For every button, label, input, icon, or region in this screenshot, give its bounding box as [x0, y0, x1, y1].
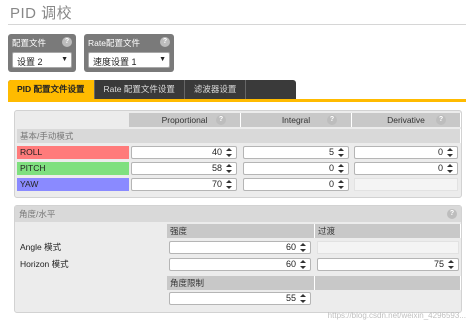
help-icon[interactable]: ? — [436, 115, 446, 125]
help-icon[interactable]: ? — [160, 37, 170, 47]
level-panel: 角度/水平 ? 强度 过渡 Angle 模式 60 Horizon 模式 60 … — [14, 205, 462, 313]
tab-pid-profile[interactable]: PID 配置文件设置 — [8, 80, 95, 99]
strength-header: 强度 — [167, 224, 315, 238]
spinner-icon[interactable] — [226, 179, 234, 190]
angle-transition-empty — [317, 241, 459, 254]
pitch-i-input[interactable]: 0 — [243, 162, 349, 175]
roll-d-input[interactable]: 0 — [354, 146, 458, 159]
pitch-p-input[interactable]: 58 — [131, 162, 237, 175]
proportional-header: Proportional ? — [129, 113, 241, 127]
horizon-strength-input[interactable]: 60 — [169, 258, 311, 271]
derivative-header: Derivative ? — [352, 113, 461, 127]
roll-p-value: 40 — [211, 147, 222, 157]
profile-selector-box: 配置文件 ? 设置 2 ▼ — [8, 34, 76, 72]
horizon-strength-value: 60 — [285, 259, 296, 269]
horizon-transition-value: 75 — [433, 259, 444, 269]
rate-profile-selector-box: Rate配置文件 ? 速度设置 1 ▼ — [84, 34, 174, 72]
pitch-d-input[interactable]: 0 — [354, 162, 458, 175]
pitch-p-value: 58 — [211, 163, 222, 173]
derivative-header-label: Derivative — [387, 115, 425, 125]
spinner-icon[interactable] — [226, 147, 234, 158]
horizon-transition-input[interactable]: 75 — [317, 258, 459, 271]
spinner-icon[interactable] — [338, 179, 346, 190]
tab-rate-profile[interactable]: Rate 配置文件设置 — [95, 80, 185, 99]
rate-profile-label: Rate配置文件 — [88, 38, 140, 48]
pitch-i-value: 0 — [328, 163, 334, 173]
spinner-icon[interactable] — [447, 147, 455, 158]
help-icon[interactable]: ? — [447, 209, 457, 219]
rate-profile-select-value: 速度设置 1 — [93, 57, 137, 67]
horizon-mode-label: Horizon 模式 — [20, 259, 69, 269]
basic-mode-section: 基本/手动模式 — [17, 129, 461, 143]
tab-underline — [8, 99, 466, 102]
integral-header-label: Integral — [281, 115, 311, 125]
spinner-icon[interactable] — [300, 259, 308, 270]
angle-limit-value: 55 — [285, 293, 296, 303]
yaw-d-empty — [354, 178, 458, 191]
angle-strength-input[interactable]: 60 — [169, 241, 311, 254]
profile-select[interactable]: 设置 2 ▼ — [12, 52, 72, 68]
help-icon[interactable]: ? — [327, 115, 337, 125]
help-icon[interactable]: ? — [216, 115, 226, 125]
roll-i-input[interactable]: 5 — [243, 146, 349, 159]
spinner-icon[interactable] — [338, 147, 346, 158]
angle-strength-value: 60 — [285, 242, 296, 252]
chevron-down-icon: ▼ — [159, 56, 166, 63]
proportional-header-label: Proportional — [161, 115, 208, 125]
tab-bar: PID 配置文件设置 Rate 配置文件设置 滤波器设置 — [8, 80, 296, 99]
help-icon[interactable]: ? — [62, 37, 72, 47]
yaw-label: YAW — [17, 178, 129, 191]
spinner-icon[interactable] — [448, 259, 456, 270]
roll-label: ROLL — [17, 146, 129, 159]
tab-filter-settings[interactable]: 滤波器设置 — [185, 80, 247, 99]
title-divider — [8, 24, 466, 25]
spinner-icon[interactable] — [338, 163, 346, 174]
yaw-p-value: 70 — [211, 179, 222, 189]
pid-panel: Proportional ? Integral ? Derivative ? 基… — [14, 110, 462, 198]
angle-limit-input[interactable]: 55 — [169, 292, 311, 305]
profile-label: 配置文件 — [12, 38, 47, 48]
rate-profile-select[interactable]: 速度设置 1 ▼ — [88, 52, 170, 68]
pitch-label: PITCH — [17, 162, 129, 175]
spinner-icon[interactable] — [447, 163, 455, 174]
spinner-icon[interactable] — [300, 242, 308, 253]
roll-d-value: 0 — [437, 147, 443, 157]
profile-select-value: 设置 2 — [17, 57, 43, 67]
roll-p-input[interactable]: 40 — [131, 146, 237, 159]
level-section-header: 角度/水平 ? — [15, 206, 461, 222]
angle-limit-header-filler — [315, 276, 461, 290]
level-section-title: 角度/水平 — [19, 209, 56, 219]
spinner-icon[interactable] — [226, 163, 234, 174]
roll-i-value: 5 — [328, 147, 334, 157]
yaw-i-input[interactable]: 0 — [243, 178, 349, 191]
page-title: PID 调校 — [10, 5, 73, 22]
angle-limit-header: 角度限制 — [167, 276, 315, 290]
transition-header: 过渡 — [315, 224, 461, 238]
pitch-d-value: 0 — [437, 163, 443, 173]
spinner-icon[interactable] — [300, 293, 308, 304]
chevron-down-icon: ▼ — [61, 56, 68, 63]
watermark: https://blog.csdn.net/weixin_4296593... — [327, 311, 466, 320]
yaw-i-value: 0 — [328, 179, 334, 189]
angle-mode-label: Angle 模式 — [20, 242, 62, 252]
yaw-p-input[interactable]: 70 — [131, 178, 237, 191]
integral-header: Integral ? — [241, 113, 352, 127]
